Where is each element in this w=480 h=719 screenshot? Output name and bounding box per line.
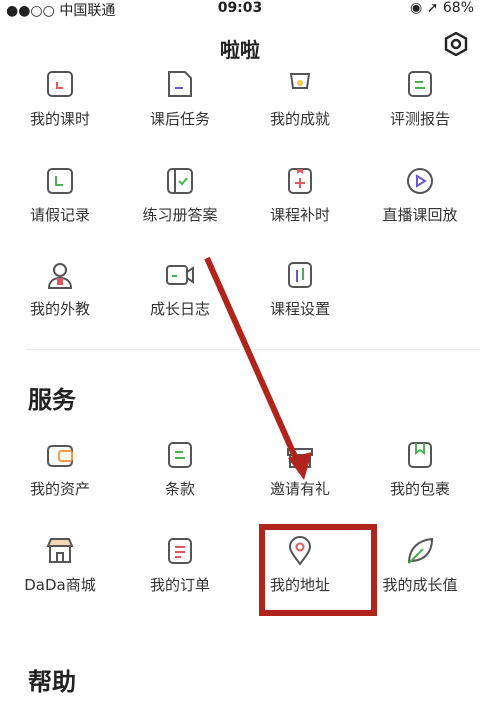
page-title: 啦啦	[220, 38, 260, 62]
grid-item-dada-shop[interactable]: DaDa商城	[0, 528, 120, 623]
foreign-teacher-icon	[47, 263, 73, 289]
annotation-highlight-box	[259, 524, 377, 616]
gift-icon	[287, 448, 313, 468]
grid-item-course-settings[interactable]: 课程设置	[240, 252, 360, 347]
grid-item-terms[interactable]: 条款	[120, 432, 240, 527]
makeup-time-icon	[288, 168, 312, 194]
grid-item-assets[interactable]: 我的资产	[0, 432, 120, 527]
grid-item-label: 课程设置	[269, 300, 330, 318]
achievement-icon	[289, 73, 311, 89]
grid-item-course-hours[interactable]: 我的课时	[0, 62, 120, 157]
leaf-icon	[408, 537, 434, 564]
grid-item-label: 邀请有礼	[269, 480, 330, 498]
battery-status: ◉ ➚ 68%	[410, 0, 474, 16]
grid-item-label: 我的成就	[269, 110, 330, 128]
grid-item-workbook-answer[interactable]: 练习册答案	[120, 158, 240, 253]
grid-item-label: 直播课回放	[382, 206, 458, 224]
grid-item-label: DaDa商城	[24, 576, 96, 594]
grid-item-live-replay[interactable]: 直播课回放	[360, 158, 480, 253]
orders-icon	[168, 538, 192, 564]
growth-log-icon	[166, 265, 194, 285]
package-icon	[408, 442, 432, 468]
workbook-answer-icon	[167, 168, 193, 194]
homework-icon	[168, 71, 192, 97]
grid-item-label: 我的包裹	[389, 480, 450, 498]
grid-item-foreign-teacher[interactable]: 我的外教	[0, 252, 120, 347]
grid-item-label: 请假记录	[29, 206, 90, 224]
grid-item-label: 评测报告	[389, 110, 450, 128]
grid-item-leave-record[interactable]: 请假记录	[0, 158, 120, 253]
grid-item-label: 练习册答案	[142, 206, 218, 224]
grid-item-growth-value[interactable]: 我的成长值	[360, 528, 480, 623]
grid-item-label: 我的订单	[149, 576, 210, 594]
grid-item-label: 我的资产	[29, 480, 90, 498]
terms-icon	[168, 442, 192, 468]
grid-item-achievement[interactable]: 我的成就	[240, 62, 360, 157]
grid-item-label: 我的成长值	[382, 576, 458, 594]
shop-icon	[46, 538, 74, 563]
leave-record-icon	[47, 168, 73, 194]
section-divider	[26, 349, 480, 350]
grid-item-label: 我的外教	[29, 300, 90, 318]
grid-item-report[interactable]: 评测报告	[360, 62, 480, 157]
live-replay-icon	[407, 168, 433, 194]
grid-item-label: 条款	[164, 480, 195, 498]
grid-item-makeup-time[interactable]: 课程补时	[240, 158, 360, 253]
grid-item-invite-gift[interactable]: 邀请有礼	[240, 432, 360, 527]
report-icon	[408, 71, 432, 97]
grid-item-growth-log[interactable]: 成长日志	[120, 252, 240, 347]
clock: 09:03	[217, 0, 263, 16]
grid-item-label: 成长日志	[149, 300, 210, 318]
grid-item-label: 我的课时	[29, 110, 90, 128]
grid-item-package[interactable]: 我的包裹	[360, 432, 480, 527]
wallet-icon	[47, 445, 73, 467]
grid-item-homework[interactable]: 课后任务	[120, 62, 240, 157]
help-title: 帮助	[28, 668, 76, 696]
services-title: 服务	[28, 386, 76, 414]
status-bar: ●●○○ 中国联通 09:03 ◉ ➚ 68%	[0, 0, 480, 19]
settings-hexagon-icon[interactable]	[444, 32, 468, 56]
grid-item-orders[interactable]: 我的订单	[120, 528, 240, 623]
course-hours-icon	[47, 71, 73, 97]
course-settings-icon	[288, 262, 312, 288]
grid-item-label: 课后任务	[149, 110, 210, 128]
grid-item-label: 课程补时	[269, 206, 330, 224]
